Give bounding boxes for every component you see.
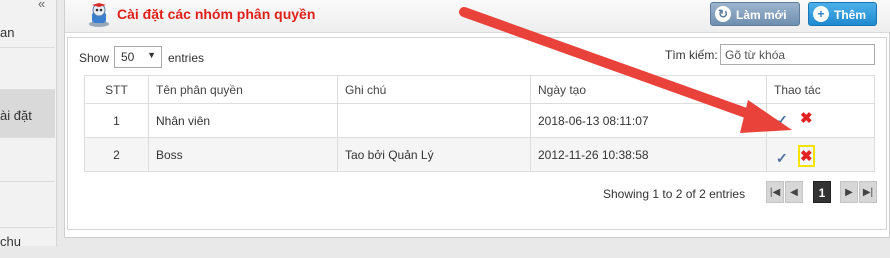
column-header-actions: Thao tác bbox=[766, 75, 875, 104]
sidebar-item-1[interactable]: an bbox=[0, 18, 55, 48]
column-header-note[interactable]: Ghi chú bbox=[337, 75, 531, 104]
cell-actions: ✓ ✖ bbox=[766, 137, 875, 172]
cell-name: Nhân viên bbox=[148, 103, 338, 138]
panel-header: Cài đặt các nhóm phân quyền ↻ Làm mới + … bbox=[65, 0, 890, 33]
refresh-button[interactable]: ↻ Làm mới bbox=[710, 2, 800, 26]
sidebar-item-label: ài đặt bbox=[0, 108, 32, 123]
page-length-value: 50 bbox=[121, 50, 135, 64]
column-header-name[interactable]: Tên phân quyền bbox=[148, 75, 338, 104]
next-page-button[interactable]: ▶ bbox=[840, 181, 858, 203]
sidebar-item-5[interactable] bbox=[0, 182, 55, 228]
chevron-down-icon: ▼ bbox=[147, 50, 156, 60]
search-input[interactable] bbox=[720, 44, 875, 65]
permission-group-table: STT Tên phân quyền Ghi chú Ngày tạo Thao… bbox=[84, 75, 875, 172]
table-container: Show 50 ▼ entries Tìm kiếm: STT Tên phân… bbox=[67, 37, 887, 230]
show-label: Show bbox=[79, 51, 110, 65]
table-header-row: STT Tên phân quyền Ghi chú Ngày tạo Thao… bbox=[84, 75, 875, 104]
page-title: Cài đặt các nhóm phân quyền bbox=[117, 6, 316, 22]
cell-created: 2018-06-13 08:11:07 bbox=[530, 103, 767, 138]
refresh-icon: ↻ bbox=[715, 6, 731, 22]
robot-settings-icon bbox=[89, 3, 109, 27]
sidebar-item-label: an bbox=[0, 25, 15, 40]
cell-stt: 2 bbox=[84, 137, 149, 172]
main-panel: Cài đặt các nhóm phân quyền ↻ Làm mới + … bbox=[64, 0, 890, 238]
column-header-created[interactable]: Ngày tạo bbox=[530, 75, 767, 104]
search-label: Tìm kiếm: bbox=[665, 48, 718, 62]
refresh-button-label: Làm mới bbox=[736, 8, 787, 22]
cell-stt: 1 bbox=[84, 103, 149, 138]
sidebar-item-2[interactable] bbox=[0, 48, 55, 90]
cell-actions: ✓ ✖ bbox=[766, 103, 875, 138]
sidebar-collapse-button[interactable]: « bbox=[38, 0, 45, 11]
table-row: 2 Boss Tao bởi Quản Lý 2012-11-26 10:38:… bbox=[84, 137, 875, 172]
column-header-stt[interactable]: STT bbox=[84, 75, 149, 104]
prev-page-button[interactable]: ◀ bbox=[785, 181, 803, 203]
delete-icon[interactable]: ✖ bbox=[798, 145, 815, 167]
cell-note: Tao bởi Quản Lý bbox=[337, 137, 531, 172]
page-length-select[interactable]: 50 ▼ bbox=[114, 46, 162, 68]
table-row: 1 Nhân viên 2018-06-13 08:11:07 ✓ ✖ bbox=[84, 103, 875, 138]
cell-created: 2012-11-26 10:38:58 bbox=[530, 137, 767, 172]
delete-icon[interactable]: ✖ bbox=[800, 109, 813, 127]
table-info: Showing 1 to 2 of 2 entries bbox=[603, 187, 746, 201]
edit-icon[interactable]: ✓ bbox=[776, 112, 788, 129]
plus-icon: + bbox=[813, 6, 829, 22]
sidebar-item-settings[interactable]: ài đặt bbox=[0, 90, 55, 138]
add-button[interactable]: + Thêm bbox=[808, 2, 877, 26]
add-button-label: Thêm bbox=[834, 8, 867, 22]
entries-label: entries bbox=[168, 51, 205, 65]
cell-note bbox=[337, 103, 531, 138]
sidebar-item-label: chu bbox=[0, 234, 21, 249]
first-page-button[interactable]: |◀ bbox=[766, 181, 784, 203]
cell-name: Boss bbox=[148, 137, 338, 172]
sidebar-item-6[interactable]: chu bbox=[0, 228, 55, 258]
page-button[interactable]: 1 bbox=[813, 181, 831, 203]
last-page-button[interactable]: ▶| bbox=[859, 181, 877, 203]
sidebar-item-4[interactable] bbox=[0, 138, 55, 182]
sidebar: « an ài đặt chu bbox=[0, 0, 57, 249]
edit-icon[interactable]: ✓ bbox=[776, 150, 788, 167]
